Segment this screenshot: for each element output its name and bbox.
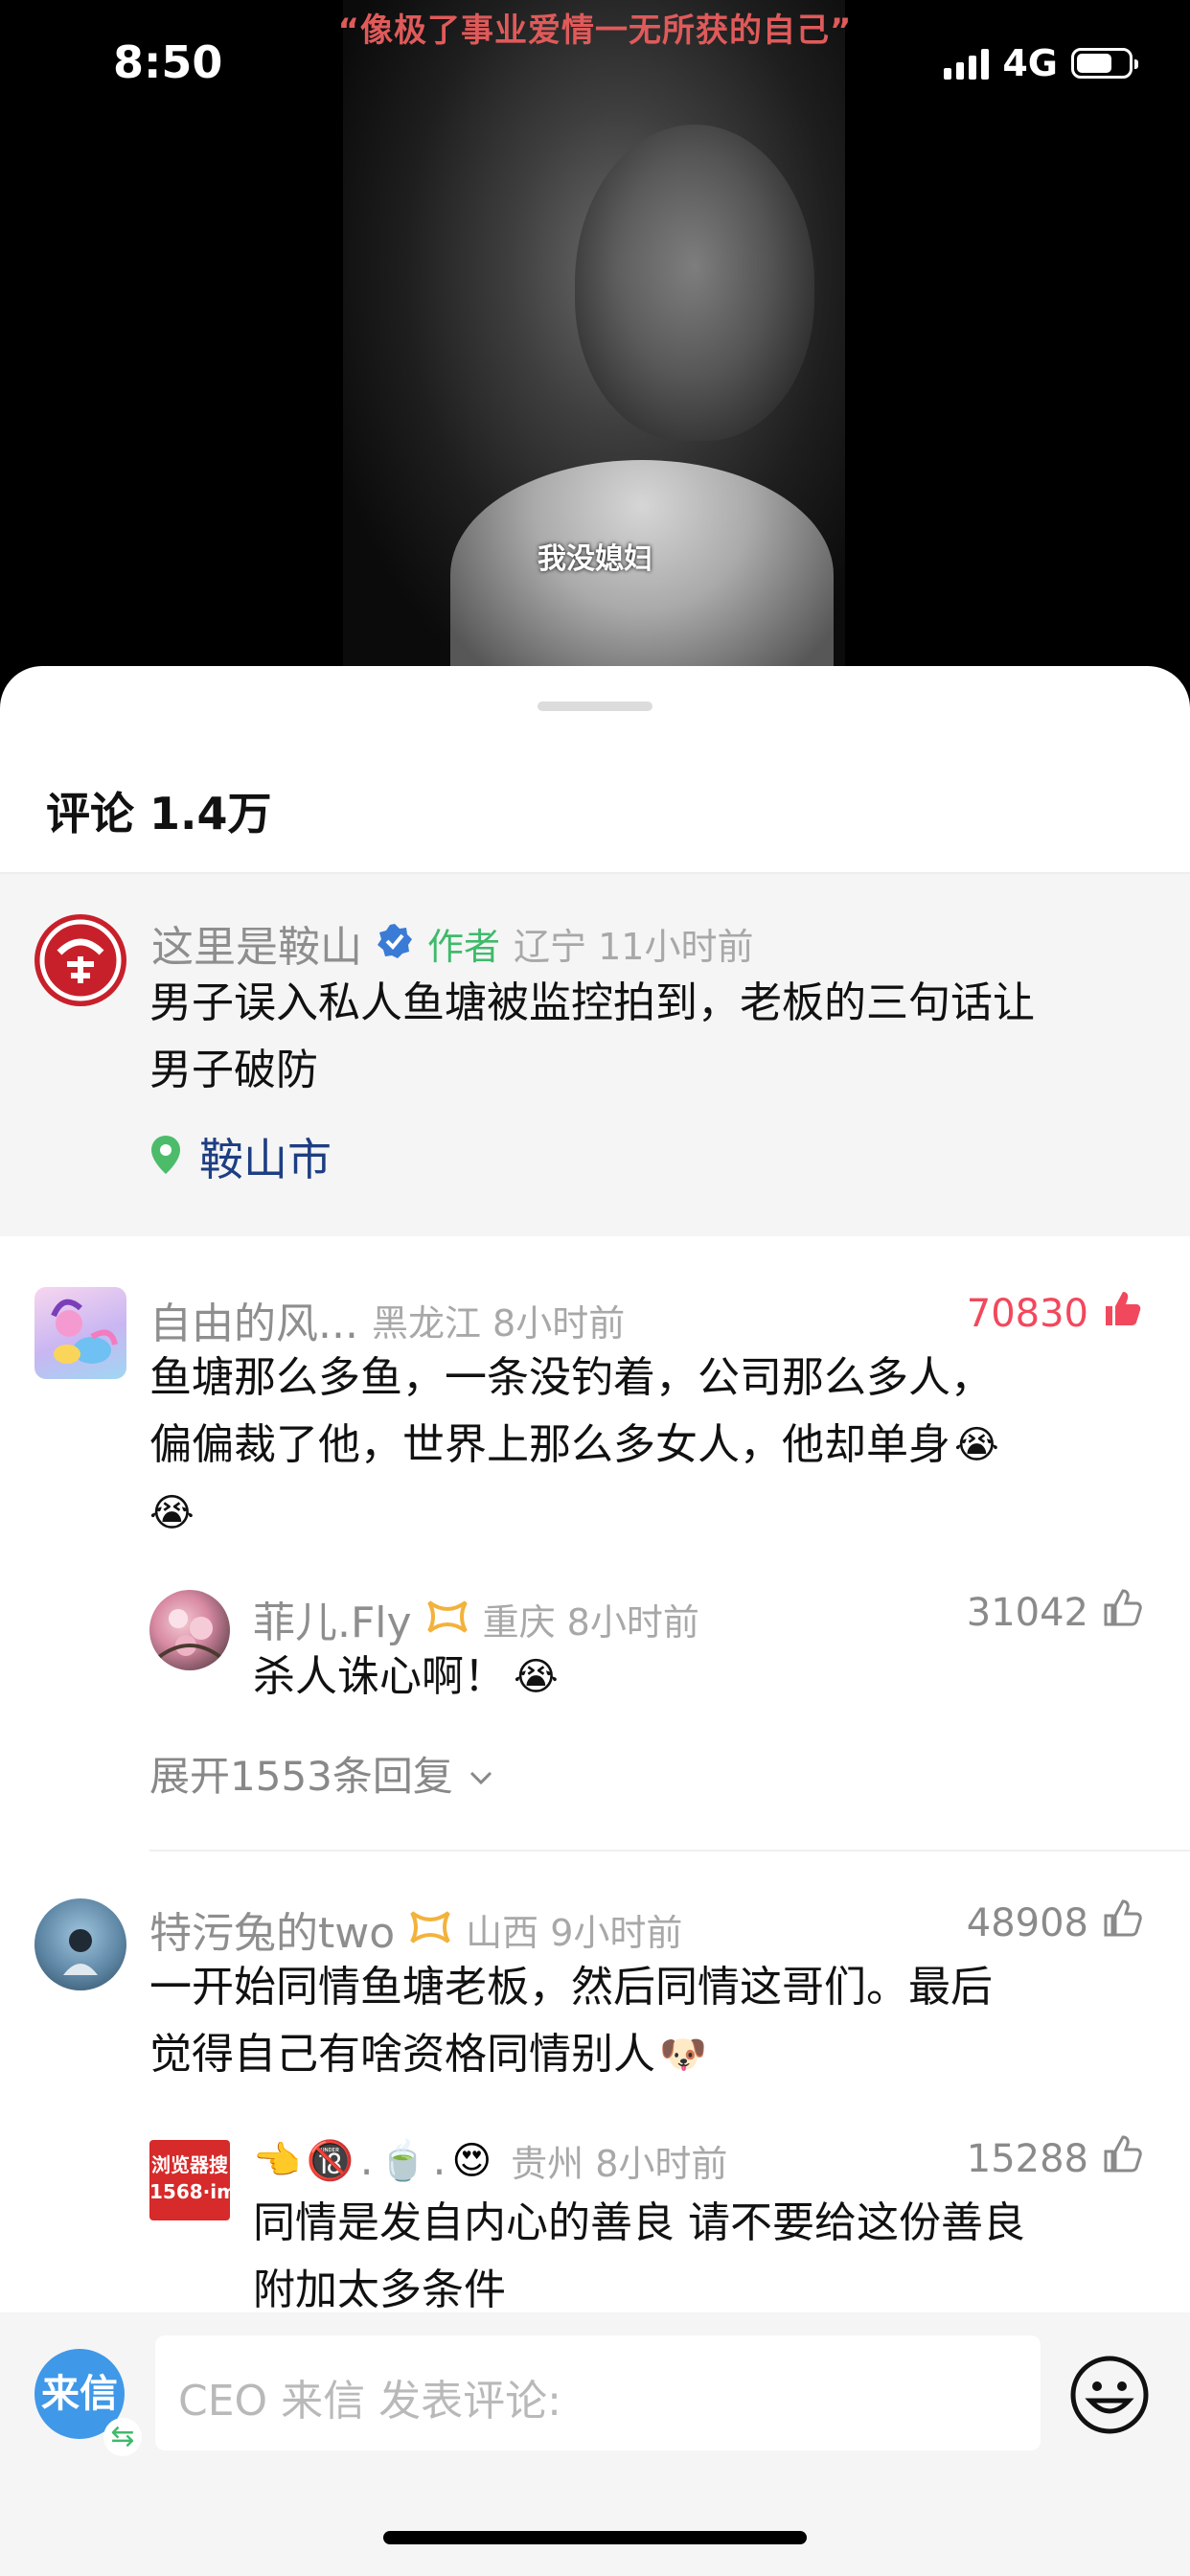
reply-meta: 贵州 8小时前 bbox=[511, 2143, 728, 2185]
author-name-line: 这里是鞍山 作者 辽宁 11小时前 bbox=[151, 912, 753, 974]
video-person bbox=[575, 125, 814, 441]
comment-text-line2: 觉得自己有啥资格同情别人 bbox=[149, 2030, 655, 2079]
thumbs-up-icon bbox=[1102, 1898, 1142, 1948]
crying-laughing-emoji: 😭 bbox=[954, 1423, 999, 1467]
divider bbox=[149, 1850, 1190, 1852]
reply-avatar[interactable] bbox=[149, 1590, 230, 1670]
comment-input-bar: 来信 ⇆ CEO 来信 发表评论: bbox=[0, 2312, 1190, 2576]
reply-meta: 重庆 8小时前 bbox=[482, 1600, 699, 1644]
comment-meta: 山西 9小时前 bbox=[466, 1911, 683, 1954]
comment-name-line: 特污兔的two 山西 9小时前 bbox=[149, 1898, 682, 1960]
location-pin-icon bbox=[149, 1134, 182, 1180]
author-tag: 作者 bbox=[427, 925, 501, 968]
reply-name-line: 菲儿.Fly 重庆 8小时前 bbox=[253, 1588, 699, 1649]
comment-text-line2-row: 偏偏裁了他，世界上那么多女人，他却单身 😭 bbox=[149, 1412, 999, 1479]
thumbs-up-icon bbox=[1102, 1588, 1142, 1638]
author-name[interactable]: 这里是鞍山 bbox=[151, 912, 362, 974]
comment-text-line1: 鱼塘那么多鱼，一条没钓着，公司那么多人， bbox=[149, 1353, 993, 1402]
author-post: 这里是鞍山 作者 辽宁 11小时前 男子误入私人鱼塘被监控拍到，老板的三句话让 … bbox=[0, 874, 1190, 1236]
thumbs-up-filled-icon bbox=[1102, 1289, 1142, 1339]
crying-laughing-emoji: 😭 bbox=[514, 1655, 559, 1699]
thumbs-up-icon bbox=[1102, 2134, 1142, 2184]
chevron-down-icon bbox=[467, 1750, 495, 1797]
location-text: 鞍山市 bbox=[199, 1134, 332, 1185]
comment-input[interactable]: CEO 来信 发表评论: bbox=[155, 2335, 1041, 2450]
expand-replies-button[interactable]: 展开1553条回复 bbox=[149, 1744, 495, 1803]
fan-badge-icon bbox=[425, 1598, 469, 1639]
fan-badge-icon bbox=[408, 1909, 452, 1949]
sheet-drag-handle[interactable] bbox=[538, 702, 652, 711]
status-time: 8:50 bbox=[113, 36, 223, 88]
reply-text-line1: 同情是发自内心的善良 请不要给这份善良 bbox=[253, 2198, 1025, 2247]
like-count: 70830 bbox=[966, 1292, 1088, 1336]
reply-avatar-text: 浏览器搜 1568·im bbox=[149, 2153, 230, 2203]
no-under-18-emoji: 🔞 bbox=[306, 2139, 355, 2183]
doge-emoji: 🐶 bbox=[659, 2033, 707, 2077]
commenter-name[interactable]: 特污兔的two bbox=[149, 1898, 395, 1960]
location-link[interactable]: 鞍山市 bbox=[149, 1125, 332, 1188]
video-player[interactable]: “像极了事业爱情一无所获的自己” 我没媳妇 8:50 4G bbox=[0, 0, 1190, 690]
comment-text-line2: 偏偏裁了他，世界上那么多女人，他却单身 bbox=[149, 1420, 950, 1469]
commenter-name[interactable]: 自由的风... bbox=[149, 1289, 358, 1350]
battery-icon bbox=[1071, 48, 1138, 79]
commenter-avatar[interactable] bbox=[34, 1287, 126, 1379]
author-text-line2: 男子破防 bbox=[149, 1046, 318, 1094]
author-text-line1: 男子误入私人鱼塘被监控拍到，老板的三句话让 bbox=[149, 978, 1035, 1027]
comment-name-line: 自由的风... 黑龙江 8小时前 bbox=[149, 1289, 625, 1350]
comments-title: 评论 1.4万 bbox=[46, 788, 272, 840]
author-avatar[interactable] bbox=[34, 914, 126, 1006]
comment-text-line2-row: 觉得自己有啥资格同情别人 🐶 bbox=[149, 2021, 707, 2088]
laixin-label: 来信 bbox=[41, 2372, 118, 2416]
author-meta: 辽宁 11小时前 bbox=[514, 925, 754, 968]
heart-eyes-emoji: 😍 bbox=[451, 2138, 492, 2183]
reply-avatar[interactable]: 浏览器搜 1568·im bbox=[149, 2140, 230, 2220]
comment-meta: 黑龙江 8小时前 bbox=[371, 1301, 626, 1345]
crying-laughing-emoji: 😭 bbox=[149, 1491, 195, 1535]
signal-icon bbox=[944, 47, 990, 80]
comment-text-line1: 一开始同情鱼塘老板，然后同情这哥们。最后 bbox=[149, 1963, 993, 2012]
switch-arrows-icon: ⇆ bbox=[103, 2418, 142, 2456]
home-indicator bbox=[383, 2531, 807, 2544]
reply-name[interactable]: 菲儿.Fly bbox=[253, 1588, 412, 1649]
like-button[interactable]: 70830 bbox=[967, 1289, 1142, 1339]
video-subtitle: 我没媳妇 bbox=[538, 542, 652, 576]
tea-emoji: 🍵 bbox=[378, 2139, 427, 2183]
status-indicators: 4G bbox=[944, 42, 1138, 84]
expand-replies-label: 展开1553条回复 bbox=[149, 1753, 453, 1800]
like-count: 48908 bbox=[966, 1901, 1088, 1945]
like-button[interactable]: 48908 bbox=[967, 1898, 1142, 1948]
like-count: 31042 bbox=[966, 1591, 1088, 1635]
comments-sheet: 评论 1.4万 这里是鞍山 作者 辽宁 11小时前 男子误入私人鱼塘被监控拍到，… bbox=[0, 666, 1190, 2576]
commenter-avatar[interactable] bbox=[34, 1898, 126, 1990]
reply-text-row: 杀人诛心啊！ 😭 bbox=[253, 1644, 559, 1711]
comment-text-line3: 😭 bbox=[149, 1479, 195, 1547]
comment-input-placeholder: CEO 来信 发表评论: bbox=[178, 2377, 561, 2426]
reply-text: 杀人诛心啊！ bbox=[253, 1652, 506, 1701]
verified-icon bbox=[376, 922, 414, 964]
reply-name-line: 👈 🔞 . 🍵 . 😍 贵州 8小时前 bbox=[253, 2134, 727, 2187]
like-count: 15288 bbox=[966, 2137, 1088, 2181]
like-button[interactable]: 31042 bbox=[967, 1588, 1142, 1638]
reply-name-dot: . bbox=[359, 2136, 374, 2185]
reply-name-dot: . bbox=[432, 2136, 446, 2185]
emoji-picker-icon[interactable] bbox=[1069, 2355, 1150, 2439]
pointing-left-emoji: 👈 bbox=[253, 2139, 301, 2183]
like-button[interactable]: 15288 bbox=[967, 2134, 1142, 2184]
network-type: 4G bbox=[1002, 42, 1058, 84]
